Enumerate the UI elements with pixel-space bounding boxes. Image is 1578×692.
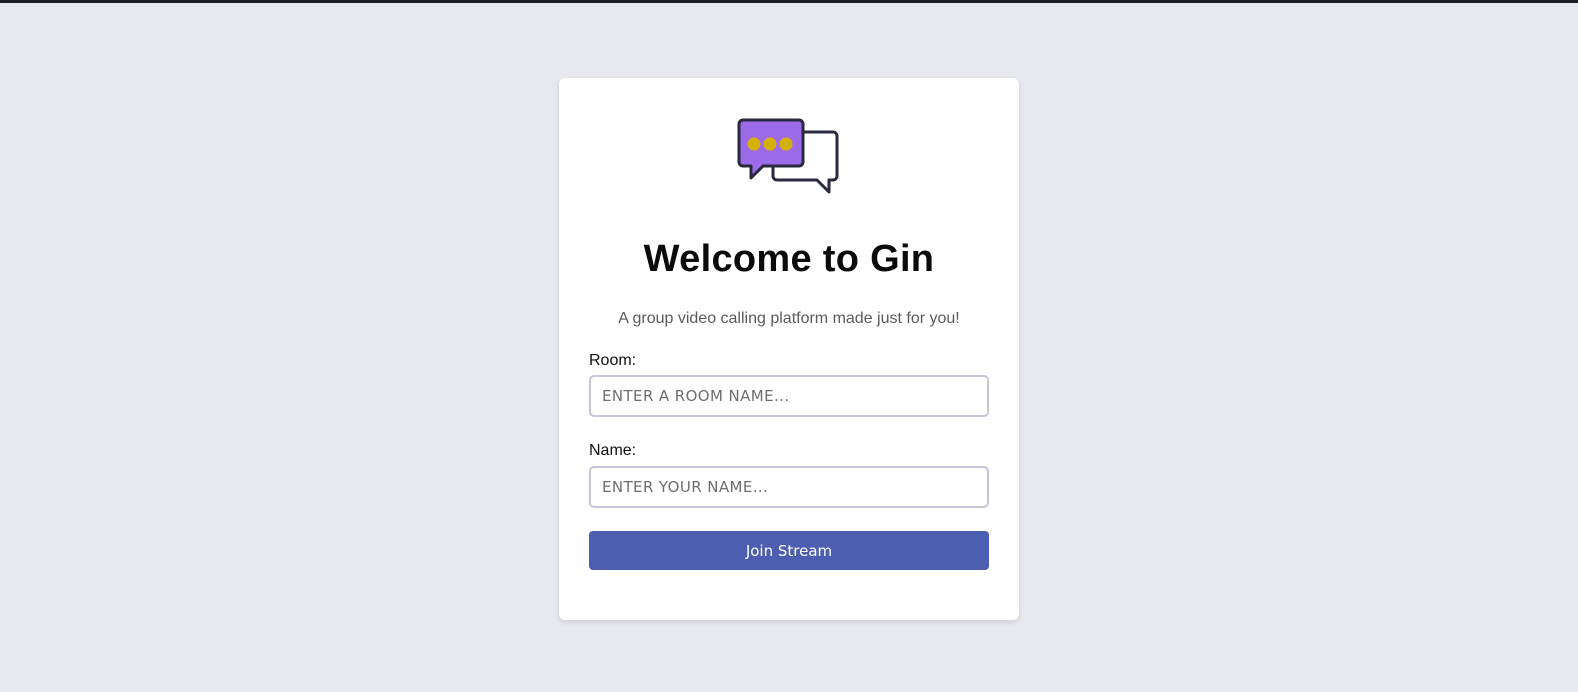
page-title: Welcome to Gin — [643, 238, 935, 280]
chat-bubbles-icon — [737, 118, 839, 194]
join-card: Welcome to Gin A group video calling pla… — [559, 78, 1019, 620]
page-subtitle: A group video calling platform made just… — [618, 310, 960, 327]
join-stream-button[interactable]: Join Stream — [589, 531, 989, 570]
name-label: Name: — [589, 442, 637, 459]
room-name-input[interactable] — [589, 375, 989, 417]
room-label: Room: — [589, 352, 637, 369]
window-top-border — [0, 0, 1578, 3]
user-name-input[interactable] — [589, 466, 989, 508]
